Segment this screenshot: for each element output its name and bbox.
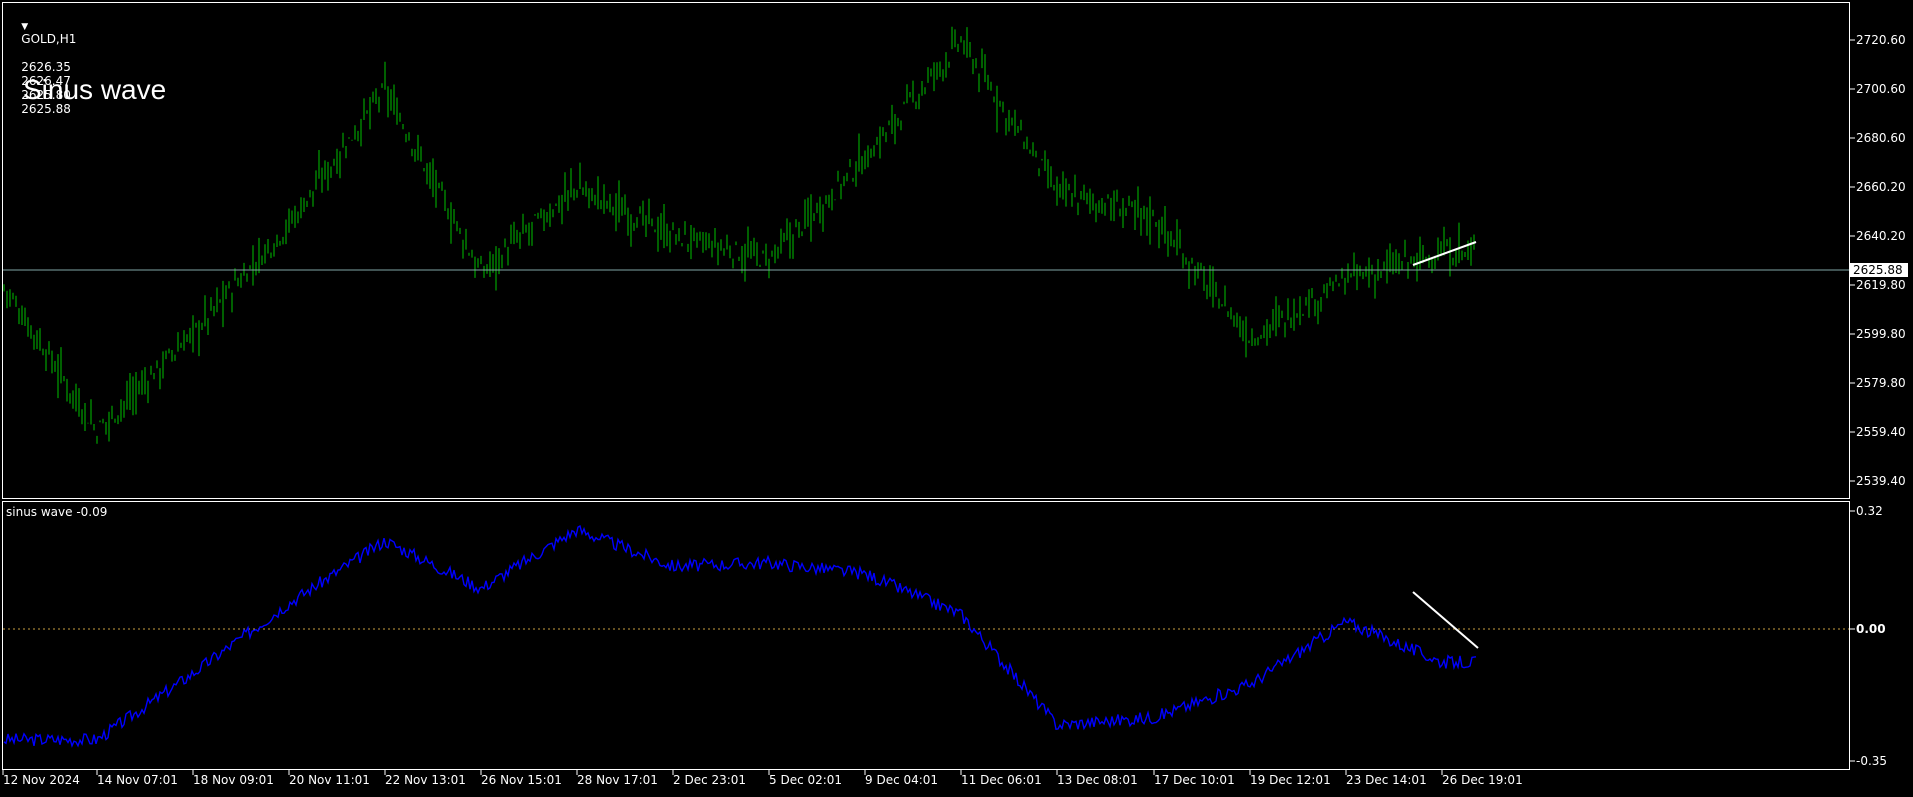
trading-chart-window: 2720.60 2700.60 2680.60 2660.20 2640.20 … (0, 0, 1913, 793)
time-axis-label: 2 Dec 23:01 (673, 773, 746, 787)
indicator-label: sinus wave -0.09 (6, 505, 108, 519)
time-axis-label: 13 Dec 08:01 (1057, 773, 1138, 787)
time-axis: 12 Nov 2024 14 Nov 07:01 18 Nov 09:01 20… (2, 770, 1523, 787)
time-axis-label: 26 Dec 19:01 (1442, 773, 1523, 787)
time-axis-label: 5 Dec 02:01 (769, 773, 842, 787)
price-axis-label: 2539.40 (1856, 474, 1906, 488)
time-axis-label: 28 Nov 17:01 (577, 773, 658, 787)
current-price-value: 2625.88 (1853, 263, 1903, 277)
time-axis-label: 26 Nov 15:01 (481, 773, 562, 787)
price-axis-label: 2579.80 (1856, 376, 1906, 390)
chart-header: ▼ GOLD,H1 2626.35 2626.47 2625.80 2625.8… (6, 4, 76, 130)
time-axis-label: 23 Dec 14:01 (1346, 773, 1427, 787)
time-axis-label: 20 Nov 11:01 (289, 773, 370, 787)
price-panel-frame (2, 2, 1850, 499)
indicator-axis-label: 0.00 (1856, 622, 1886, 636)
price-axis: 2720.60 2700.60 2680.60 2660.20 2640.20 … (1850, 33, 1906, 488)
price-axis-label: 2700.60 (1856, 82, 1906, 96)
price-axis-label: 2559.40 (1856, 425, 1906, 439)
indicator-panel-frame (2, 501, 1850, 770)
time-axis-label: 9 Dec 04:01 (865, 773, 938, 787)
open-value: 2626.35 (21, 60, 71, 74)
time-axis-label: 12 Nov 2024 (3, 773, 80, 787)
overlay-title: Sinus wave (23, 74, 167, 105)
time-axis-label: 14 Nov 07:01 (97, 773, 178, 787)
time-axis-label: 22 Nov 13:01 (385, 773, 466, 787)
price-axis-label: 2640.20 (1856, 229, 1906, 243)
indicator-axis-label: -0.35 (1856, 754, 1887, 768)
time-axis-label: 17 Dec 10:01 (1154, 773, 1235, 787)
symbol-label: GOLD,H1 (21, 32, 77, 46)
price-axis-label: 2660.20 (1856, 180, 1906, 194)
time-axis-label: 11 Dec 06:01 (961, 773, 1042, 787)
indicator-axis: 0.32 0.00 -0.35 (1850, 504, 1887, 768)
collapse-arrow-icon[interactable]: ▼ (21, 22, 28, 32)
time-axis-label: 19 Dec 12:01 (1250, 773, 1331, 787)
chart-canvas[interactable]: 2720.60 2700.60 2680.60 2660.20 2640.20 … (0, 0, 1913, 793)
indicator-axis-label: 0.32 (1856, 504, 1883, 518)
price-axis-label: 2619.80 (1856, 278, 1906, 292)
price-axis-label: 2599.80 (1856, 327, 1906, 341)
price-axis-label: 2680.60 (1856, 131, 1906, 145)
time-axis-label: 18 Nov 09:01 (193, 773, 274, 787)
price-axis-label: 2720.60 (1856, 33, 1906, 47)
